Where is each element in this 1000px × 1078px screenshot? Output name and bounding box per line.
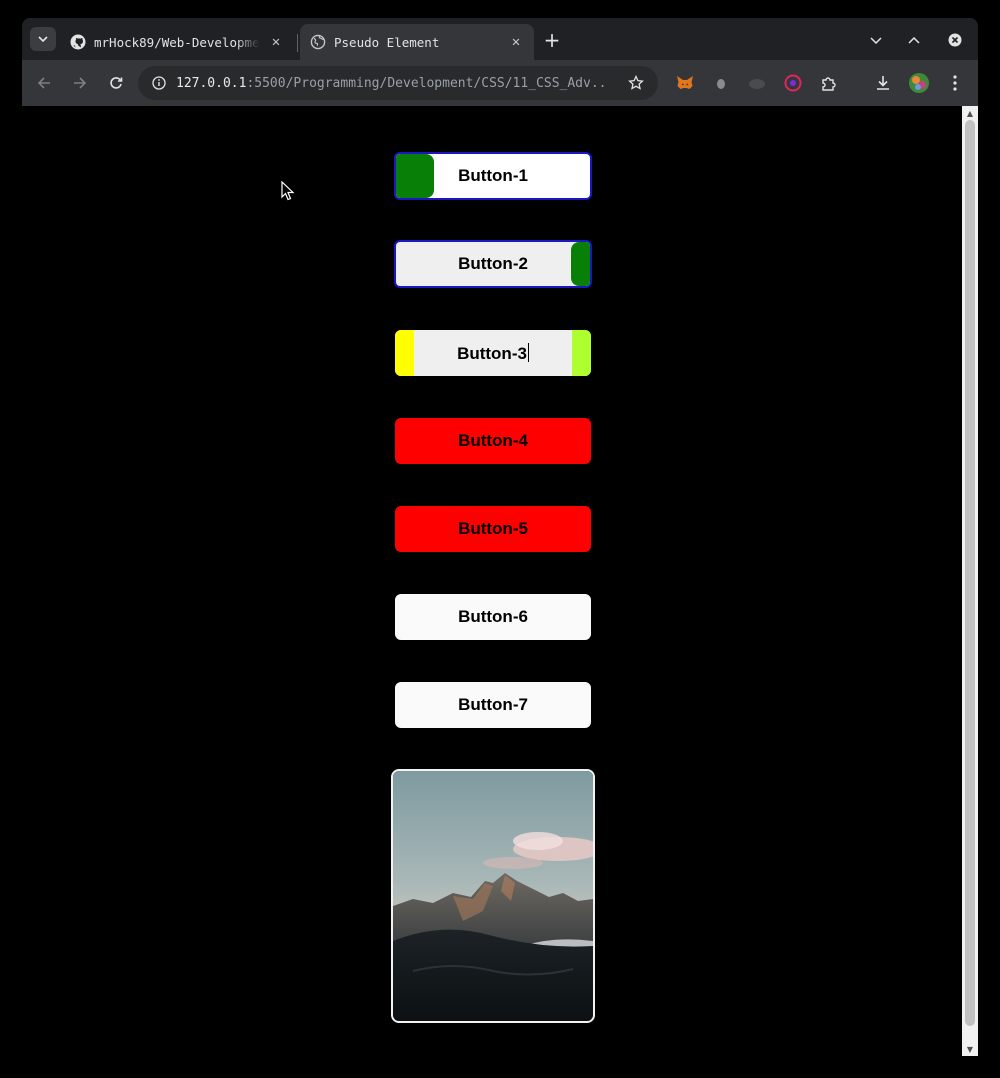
greenyellow-bar-after <box>572 330 591 376</box>
url-path: :5500/Programming/Development/CSS/11_CSS… <box>246 75 606 91</box>
chevron-down-icon <box>38 36 48 42</box>
tab-title: Pseudo Element <box>334 34 440 50</box>
metamask-extension-button[interactable] <box>674 72 696 94</box>
extension-dot-icon <box>717 79 725 89</box>
image-card[interactable] <box>391 769 595 1023</box>
button-4[interactable]: Button-4 <box>395 418 591 464</box>
record-icon <box>784 74 802 92</box>
close-circle-icon <box>948 33 962 47</box>
star-icon <box>628 75 644 90</box>
close-window-button[interactable] <box>943 28 967 52</box>
tab-separator <box>297 34 298 52</box>
mouse-pointer-icon <box>281 181 295 201</box>
button-1[interactable]: Button-1 <box>394 152 592 200</box>
green-pill-after <box>571 242 590 286</box>
browser-window: mrHock89/Web-Developme ✕ Pseudo Element … <box>22 18 978 106</box>
avatar <box>909 73 929 93</box>
chevron-up-icon <box>908 36 920 44</box>
tab-list-button[interactable] <box>864 28 888 52</box>
close-tab-icon[interactable]: ✕ <box>268 34 284 50</box>
button-5[interactable]: Button-5 <box>395 506 591 552</box>
button-label: Button-3 <box>457 342 529 364</box>
reload-button[interactable] <box>104 71 128 95</box>
scroll-down-arrow-icon[interactable]: ▼ <box>962 1042 978 1056</box>
arrow-right-icon <box>74 77 87 89</box>
arrow-left-icon <box>37 77 50 89</box>
text-caret <box>527 342 529 362</box>
extension-button-4[interactable] <box>782 72 804 94</box>
button-label: Button-7 <box>458 695 528 714</box>
extension-button-2[interactable] <box>710 72 732 94</box>
page-scrollbar[interactable]: ▲ ▼ <box>962 106 978 1056</box>
close-tab-icon[interactable]: ✕ <box>508 34 524 50</box>
button-label: Button-4 <box>458 431 528 450</box>
tab-strip: mrHock89/Web-Developme ✕ Pseudo Element … <box>22 18 978 60</box>
address-bar[interactable]: 127.0.0.1:5500/Programming/Development/C… <box>138 66 658 100</box>
github-icon <box>70 34 86 50</box>
kebab-menu-icon <box>953 75 957 91</box>
url-host: 127.0.0.1 <box>176 75 247 91</box>
fox-icon <box>677 76 693 89</box>
button-7[interactable]: Button-7 <box>395 682 591 728</box>
globe-icon <box>310 34 326 50</box>
download-icon <box>877 76 889 90</box>
forward-button[interactable] <box>68 71 92 95</box>
back-button[interactable] <box>32 71 56 95</box>
browser-menu-button[interactable] <box>944 72 966 94</box>
button-label: Button-1 <box>458 166 528 185</box>
scrollbar-thumb[interactable] <box>965 120 975 1026</box>
button-label-text: Button-3 <box>457 343 527 363</box>
bookmark-star-button[interactable] <box>625 72 647 94</box>
profile-avatar-button[interactable] <box>908 72 930 94</box>
new-tab-button[interactable]: + <box>540 28 564 52</box>
mountain-landscape-photo <box>393 771 593 1021</box>
chevron-down-icon <box>870 36 882 44</box>
reload-icon <box>110 77 123 89</box>
url-text: 127.0.0.1:5500/Programming/Development/C… <box>176 76 606 91</box>
button-label: Button-2 <box>458 254 528 273</box>
button-3[interactable]: Button-3 <box>395 330 591 376</box>
browser-toolbar: 127.0.0.1:5500/Programming/Development/C… <box>22 60 978 106</box>
button-6[interactable]: Button-6 <box>395 594 591 640</box>
site-info-icon[interactable] <box>152 76 166 90</box>
tab-search-button[interactable] <box>30 27 56 51</box>
scroll-up-arrow-icon[interactable]: ▲ <box>962 106 978 120</box>
extensions-menu-button[interactable] <box>818 72 840 94</box>
extension-button-3[interactable] <box>746 72 768 94</box>
minimize-button[interactable] <box>902 28 926 52</box>
button-label: Button-6 <box>458 607 528 626</box>
button-2[interactable]: Button-2 <box>394 240 592 288</box>
extension-cloud-icon <box>749 79 765 89</box>
downloads-button[interactable] <box>872 72 894 94</box>
button-label: Button-5 <box>458 519 528 538</box>
puzzle-piece-icon <box>822 77 836 91</box>
tab-github[interactable]: mrHock89/Web-Developme ✕ <box>60 24 294 60</box>
tab-title: mrHock89/Web-Developme <box>94 34 260 50</box>
tab-pseudo-element[interactable]: Pseudo Element ✕ <box>300 24 534 60</box>
green-pill-before <box>396 154 434 198</box>
yellow-bar-before <box>395 330 414 376</box>
